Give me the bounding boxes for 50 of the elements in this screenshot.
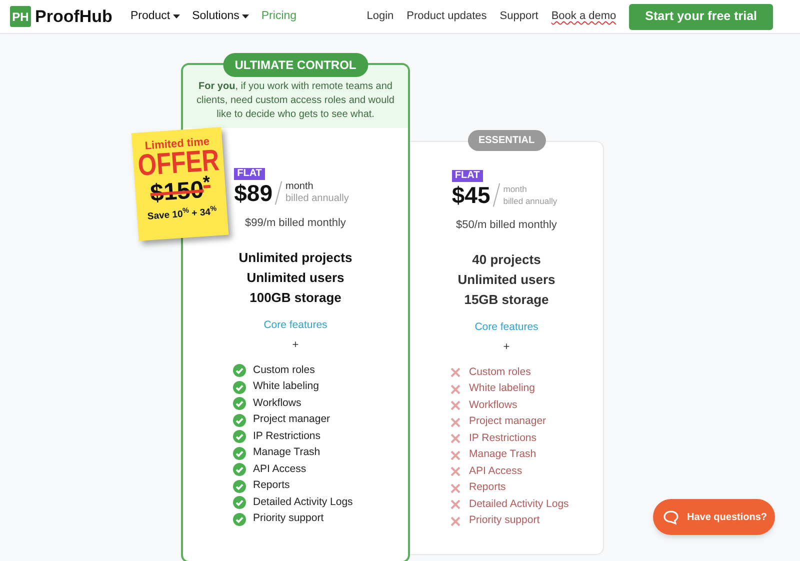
feature-label: Manage Trash	[469, 447, 536, 462]
feature-label: Reports	[469, 480, 506, 496]
price-period: month	[285, 181, 314, 193]
billing-note: billed annually	[503, 195, 558, 207]
plan-badge: ESSENTIAL	[467, 130, 546, 151]
feature-label: API Access	[469, 464, 522, 479]
flat-tag: FLAT	[452, 170, 483, 182]
flat-tag: FLAT	[234, 168, 265, 180]
monthly-price: $50/m billed monthly	[456, 218, 557, 233]
savings-text: Save 10$^{%}$ + 34$^{%}$	[147, 206, 218, 224]
feature-label: Detailed Activity Logs	[469, 496, 569, 512]
chat-bubble-icon	[663, 510, 679, 524]
nav-link[interactable]: Login	[366, 8, 394, 25]
feature-label: Workflows	[253, 396, 302, 411]
plus-sign: +	[503, 340, 510, 356]
feature-label: IP Restrictions	[469, 430, 536, 446]
feature-label: Reports	[253, 478, 290, 494]
nav-link[interactable]: Book a demo	[551, 8, 616, 25]
nav-link[interactable]: Product updates	[406, 8, 487, 25]
plan-description: For you, if you work with remote teams and clients, need custom access roles and would like to decide who gets to see what.	[196, 80, 396, 122]
feature-label: White labeling	[469, 381, 535, 396]
plan-quota: 100GB storage	[250, 290, 342, 306]
feature-label: White labeling	[253, 379, 319, 394]
plus-sign: +	[292, 338, 299, 354]
feature-label: Custom roles	[469, 364, 531, 380]
price: $45	[452, 182, 490, 208]
plan-badge: ULTIMATE CONTROL	[222, 53, 368, 77]
plan-quota: 40 projects	[472, 252, 541, 268]
feature-label: Manage Trash	[253, 445, 320, 460]
logo-text[interactable]: ProofHub	[35, 4, 112, 30]
plan-quota: Unlimited users	[246, 270, 344, 286]
plan-quota: Unlimited users	[458, 272, 556, 288]
feature-label: IP Restrictions	[253, 428, 320, 444]
monthly-price: $99/m billed monthly	[245, 216, 346, 231]
feature-label: Project manager	[253, 412, 330, 428]
nav-link[interactable]: Solutions	[192, 8, 250, 26]
feature-label: API Access	[253, 462, 306, 477]
feature-label: Project manager	[469, 414, 546, 430]
feature-label: Detailed Activity Logs	[253, 494, 353, 510]
billing-note: billed annually	[285, 193, 349, 205]
price: $89	[234, 180, 272, 206]
feature-label: Workflows	[469, 398, 518, 413]
nav-link[interactable]: Product	[130, 8, 180, 26]
feature-label: Priority support	[253, 511, 324, 526]
feature-label: Priority support	[469, 513, 540, 528]
feature-label: Custom roles	[253, 362, 315, 378]
nav-link[interactable]: Support	[500, 8, 538, 25]
plan-quota: 15GB storage	[464, 292, 549, 308]
plan-quota: Unlimited projects	[238, 250, 352, 266]
price-period: month	[503, 183, 528, 195]
